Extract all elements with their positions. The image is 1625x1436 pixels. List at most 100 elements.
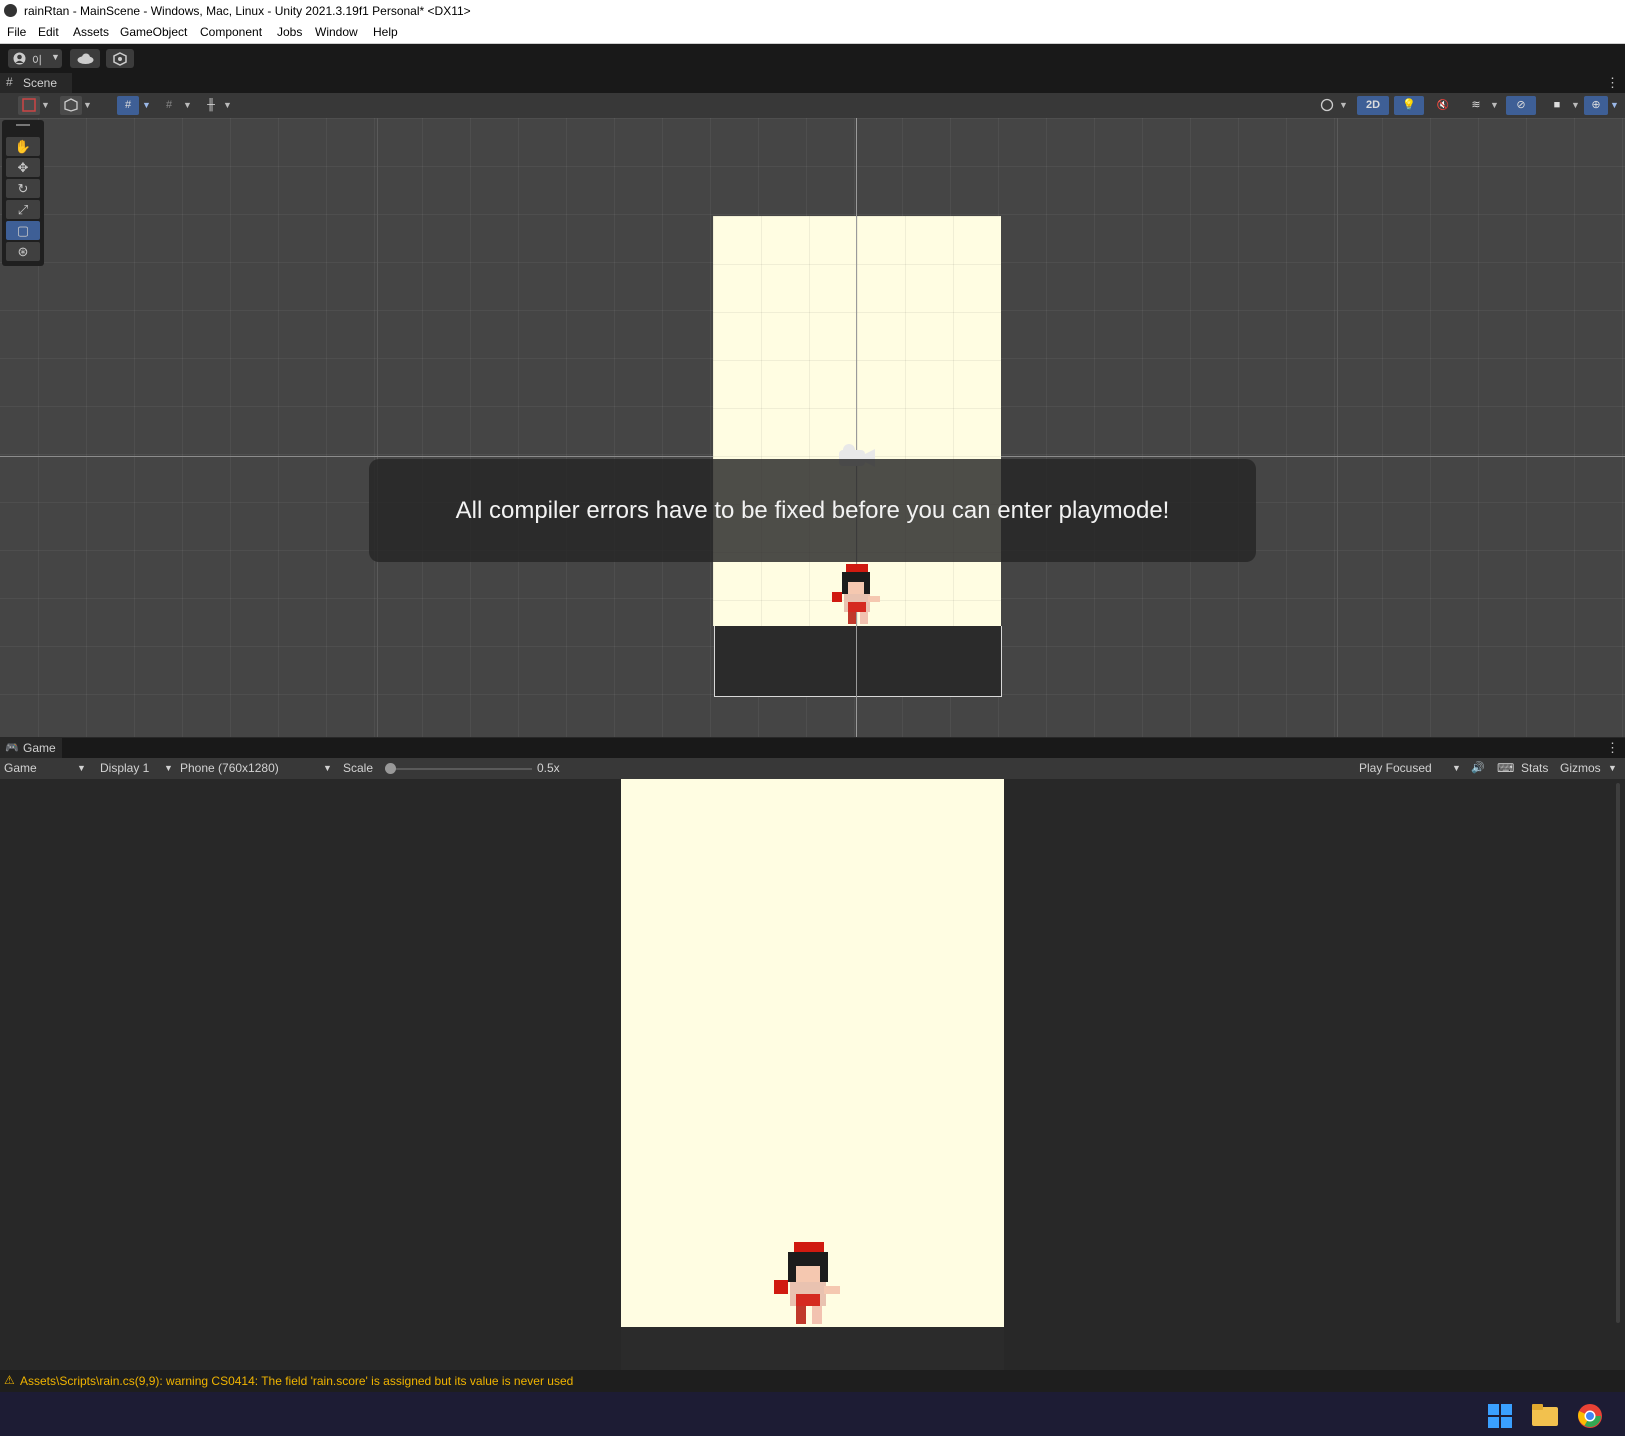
- shading-button[interactable]: [1316, 96, 1338, 115]
- move-tool-button[interactable]: ✥: [6, 158, 40, 177]
- account-label: 이: [32, 55, 43, 67]
- rotate-tool-button[interactable]: ↻: [6, 179, 40, 198]
- lightbulb-icon: 💡: [1402, 99, 1416, 111]
- render-mode-button[interactable]: [60, 96, 82, 115]
- transform-tool-button[interactable]: ⊛: [6, 242, 40, 261]
- chevron-down-icon[interactable]: ▼: [323, 763, 332, 773]
- layers-icon: ≋: [1471, 99, 1481, 111]
- menu-gameobject[interactable]: GameObject: [120, 25, 187, 39]
- chevron-down-icon[interactable]: ▼: [223, 96, 233, 115]
- snap-icon: #: [165, 99, 173, 111]
- ground-area: [714, 626, 1002, 697]
- speaker-mute-icon: 🔇: [1436, 100, 1450, 111]
- stats-button[interactable]: Stats: [1521, 761, 1548, 775]
- chevron-down-icon[interactable]: ▼: [41, 96, 51, 115]
- chevron-down-icon[interactable]: ▼: [183, 96, 193, 115]
- view-select-dropdown[interactable]: Game: [4, 761, 37, 775]
- game-tab-bar: 🎮 Game ⋮: [0, 738, 1625, 758]
- camera-button[interactable]: ■: [1544, 96, 1570, 115]
- play-mode-dropdown[interactable]: Play Focused: [1359, 761, 1432, 775]
- package-icon: [113, 52, 127, 66]
- file-explorer-icon[interactable]: [1532, 1404, 1558, 1426]
- grid-icon: #: [6, 75, 13, 89]
- console-status-bar[interactable]: ⚠ Assets\Scripts\rain.cs(9,9): warning C…: [0, 1370, 1625, 1392]
- account-dropdown[interactable]: 이 ▼: [8, 49, 62, 68]
- resolution-dropdown[interactable]: Phone (760x1280): [180, 761, 279, 775]
- menu-edit[interactable]: Edit: [38, 25, 59, 39]
- menu-component[interactable]: Component: [200, 25, 262, 39]
- chrome-icon[interactable]: [1577, 1403, 1603, 1429]
- window-title: rainRtan - MainScene - Windows, Mac, Lin…: [24, 4, 471, 18]
- ruler-icon: ╫: [207, 99, 215, 111]
- gamepad-icon: 🎮: [5, 742, 19, 754]
- chevron-down-icon[interactable]: ▼: [83, 96, 93, 115]
- kebab-menu-icon[interactable]: ⋮: [1606, 75, 1619, 91]
- move-icon: ✥: [17, 160, 29, 175]
- menu-assets[interactable]: Assets: [73, 25, 109, 39]
- sphere-icon: [1320, 98, 1334, 112]
- hand-icon: ✋: [14, 139, 32, 154]
- panel-grip-icon[interactable]: [16, 124, 30, 126]
- scale-tool-button[interactable]: ⤢: [6, 200, 40, 219]
- transform-icon: ⊛: [17, 244, 29, 259]
- kebab-menu-icon[interactable]: ⋮: [1606, 740, 1619, 756]
- draw-mode-icon: [22, 98, 36, 112]
- console-message: Assets\Scripts\rain.cs(9,9): warning CS0…: [20, 1374, 574, 1388]
- scene-tab-label: Scene: [23, 76, 58, 90]
- scale-label: Scale: [343, 761, 374, 775]
- increment-snap-button[interactable]: #: [158, 96, 180, 115]
- hidden-objects-button[interactable]: ⊘: [1506, 96, 1536, 115]
- menu-help[interactable]: Help: [373, 25, 398, 39]
- game-tab-label: Game: [23, 741, 56, 755]
- lighting-button[interactable]: 💡: [1394, 96, 1424, 115]
- scale-slider-thumb[interactable]: [385, 763, 396, 774]
- chevron-down-icon[interactable]: ▼: [142, 96, 152, 115]
- gizmos-button[interactable]: ⊕: [1584, 96, 1608, 115]
- effects-button[interactable]: ≋: [1463, 96, 1489, 115]
- gizmos-button[interactable]: Gizmos: [1560, 761, 1601, 775]
- hand-tool-button[interactable]: ✋: [6, 137, 40, 156]
- chevron-down-icon[interactable]: ▼: [1490, 96, 1500, 115]
- game-scrollbar[interactable]: [1616, 783, 1620, 1323]
- windows-start-icon[interactable]: [1488, 1404, 1512, 1428]
- chevron-down-icon[interactable]: ▼: [1452, 763, 1461, 773]
- eye-slash-icon: ⊘: [1516, 99, 1526, 111]
- display-dropdown[interactable]: Display 1: [100, 761, 149, 775]
- player-character-sprite[interactable]: [828, 562, 886, 626]
- audio-button[interactable]: 🔇: [1430, 96, 1456, 115]
- game-view[interactable]: [0, 779, 1625, 1370]
- scale-slider-track[interactable]: [385, 768, 532, 770]
- account-icon: [13, 52, 26, 65]
- warning-icon: ⚠: [4, 1373, 15, 1387]
- toggle-2d-button[interactable]: 2D: [1357, 96, 1389, 115]
- draw-mode-button[interactable]: [18, 96, 40, 115]
- scene-view[interactable]: [0, 118, 1625, 737]
- menu-jobs[interactable]: Jobs: [277, 25, 302, 39]
- chevron-down-icon[interactable]: ▼: [1339, 96, 1349, 115]
- tools-panel: ✋ ✥ ↻ ⤢ ▢ ⊛: [2, 120, 44, 266]
- playmode-error-notification: All compiler errors have to be fixed bef…: [369, 459, 1256, 562]
- chevron-down-icon[interactable]: ▼: [1608, 763, 1617, 773]
- menu-bar: File Edit Assets GameObject Component Jo…: [0, 22, 1625, 44]
- tab-game[interactable]: 🎮 Game: [0, 738, 62, 758]
- menu-window[interactable]: Window: [315, 25, 358, 39]
- chevron-down-icon[interactable]: ▼: [164, 763, 173, 773]
- keyboard-icon[interactable]: ⌨: [1497, 761, 1514, 775]
- chevron-down-icon[interactable]: ▼: [77, 763, 86, 773]
- tab-scene[interactable]: # Scene: [0, 73, 72, 93]
- grid-snap-button[interactable]: #: [117, 96, 139, 115]
- cloud-button[interactable]: [70, 49, 100, 68]
- menu-file[interactable]: File: [7, 25, 26, 39]
- rect-tool-button[interactable]: ▢: [6, 221, 40, 240]
- chevron-down-icon[interactable]: ▼: [1610, 96, 1620, 115]
- title-bar: rainRtan - MainScene - Windows, Mac, Lin…: [0, 0, 1625, 22]
- os-taskbar: [0, 1392, 1625, 1436]
- scene-axis-line: [856, 118, 857, 737]
- chevron-down-icon[interactable]: ▼: [1571, 96, 1581, 115]
- globe-icon: ⊕: [1591, 99, 1601, 111]
- collab-button[interactable]: [106, 49, 134, 68]
- speaker-icon[interactable]: 🔊: [1471, 761, 1485, 774]
- main-toolbar: 이 ▼: [0, 44, 1625, 73]
- ruler-button[interactable]: ╫: [200, 96, 222, 115]
- game-toolbar: Game ▼ Display 1 ▼ Phone (760x1280) ▼ Sc…: [0, 758, 1625, 779]
